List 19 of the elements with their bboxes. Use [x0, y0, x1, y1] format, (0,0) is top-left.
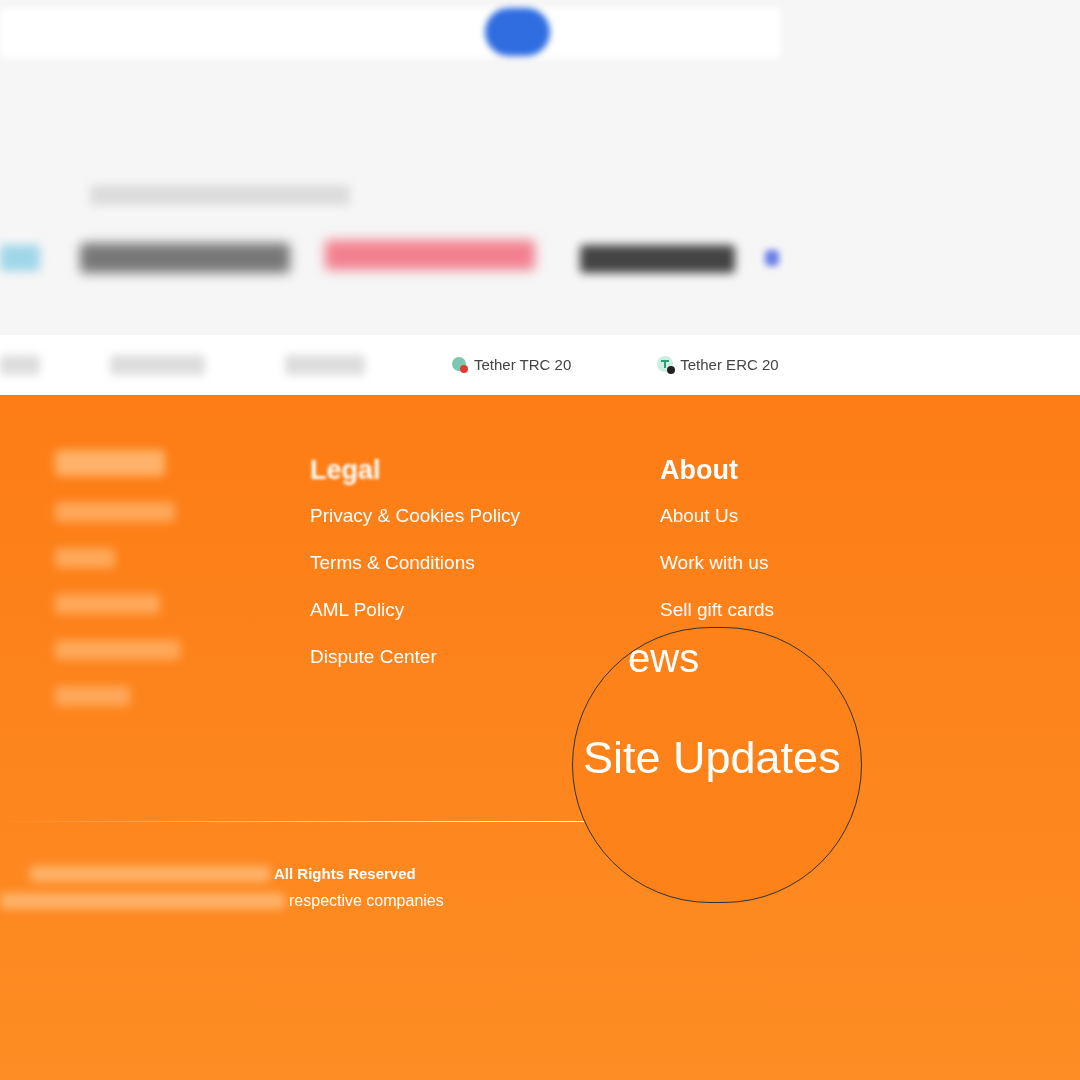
footer-link[interactable]: Work with us — [660, 549, 769, 576]
coin-name[interactable]: Tether TRC 20 — [474, 353, 572, 377]
copyright-text: All Rights Reserved — [274, 864, 416, 884]
footer-link[interactable]: Dispute Center — [310, 643, 437, 670]
column-heading: Legal — [310, 454, 382, 484]
coin-icon — [656, 355, 677, 375]
footer-link[interactable]: Sell gift cards — [660, 596, 775, 623]
footer-link[interactable]: About Us — [660, 502, 739, 529]
copyright-text: respective companies — [289, 891, 444, 911]
site-updates-link[interactable]: Site Updates — [583, 731, 841, 785]
coin-name[interactable]: Tether ERC 20 — [680, 353, 779, 377]
footer-link[interactable]: Terms & Conditions — [310, 549, 475, 576]
footer-link[interactable]: AML Policy — [310, 596, 405, 623]
partner-logo — [0, 245, 40, 271]
footer-link[interactable]: Privacy & Cookies Policy — [310, 502, 521, 529]
news-link[interactable]: ews — [628, 634, 700, 682]
coin-icon — [450, 355, 470, 375]
column-heading: About — [660, 454, 739, 484]
partner-logo — [765, 250, 779, 266]
